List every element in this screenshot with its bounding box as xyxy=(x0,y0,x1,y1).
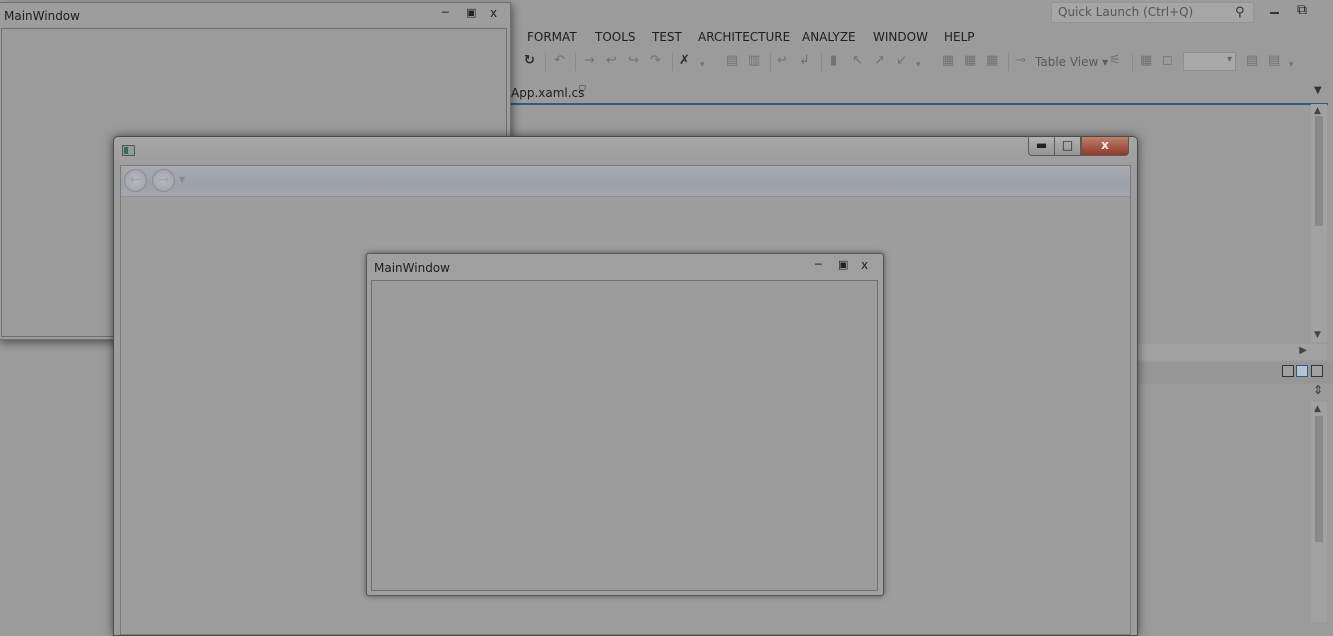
undo-icon[interactable]: ↶ xyxy=(554,53,565,68)
menu-window[interactable]: WINDOW xyxy=(873,30,928,44)
align-right-icon[interactable]: ▥ xyxy=(748,53,760,68)
quick-launch-placeholder: Quick Launch (Ctrl+Q) xyxy=(1058,5,1194,19)
layout-tool-icon[interactable]: ✗ xyxy=(679,53,690,68)
window-title: MainWindow xyxy=(4,9,80,23)
toolbar-combo[interactable] xyxy=(1183,52,1236,71)
maximize-button[interactable]: □ xyxy=(1054,137,1081,156)
toolbar-separator xyxy=(1008,53,1009,71)
caption-buttons: ▬ □ x xyxy=(1028,137,1131,157)
key-icon[interactable]: ⊸ xyxy=(1015,53,1026,68)
arrow-right-icon[interactable]: → xyxy=(584,53,595,68)
menu-format[interactable]: FORMAT xyxy=(527,30,577,44)
main-window-inner[interactable]: MainWindow ─ ▣ x xyxy=(366,253,884,596)
step-into-icon[interactable]: ↪ xyxy=(628,53,639,68)
tab-dropdown-icon[interactable]: ▼ xyxy=(1314,85,1322,96)
link-icon[interactable]: ↵ xyxy=(777,53,788,68)
maximize-icon: □ xyxy=(1061,138,1074,152)
close-icon[interactable]: x xyxy=(861,258,868,272)
app-icon xyxy=(122,145,135,156)
table-icon[interactable]: ▦ xyxy=(964,53,976,68)
arrow-up-right-icon[interactable]: ↗ xyxy=(874,53,885,68)
menu-analyze[interactable]: ANALYZE xyxy=(802,30,856,44)
properties-icon[interactable]: ▤ xyxy=(1268,53,1280,68)
collapse-pane-icon[interactable] xyxy=(1311,365,1323,377)
vs-minimize-button[interactable] xyxy=(1268,2,1284,22)
minimize-icon: ▬ xyxy=(1035,138,1048,152)
close-button[interactable]: x xyxy=(1081,137,1129,156)
columns-icon[interactable]: ▦ xyxy=(1140,53,1152,68)
scroll-down-icon[interactable]: ▼ xyxy=(1314,330,1321,340)
table-view-label: Table View xyxy=(1035,55,1099,69)
menu-test[interactable]: TEST xyxy=(652,30,682,44)
align-left-icon[interactable]: ▤ xyxy=(726,53,738,68)
menu-help[interactable]: HELP xyxy=(944,30,975,44)
quick-launch-input[interactable]: Quick Launch (Ctrl+Q) ⚲ xyxy=(1051,2,1254,23)
splitter-icon[interactable]: ⇕ xyxy=(1313,383,1323,397)
back-arrow-icon: ← xyxy=(129,172,142,188)
editor-horizontal-scrollbar[interactable]: ▶ xyxy=(1137,344,1327,360)
toolbar-separator xyxy=(575,53,576,71)
scroll-thumb[interactable] xyxy=(1315,116,1323,226)
format-icon[interactable]: ▤ xyxy=(1246,53,1258,68)
overflow-icon[interactable]: ▾ xyxy=(916,60,921,70)
close-icon[interactable]: x xyxy=(490,6,497,20)
unlink-icon[interactable]: ↲ xyxy=(799,53,810,68)
step-back-icon[interactable]: ↩ xyxy=(606,53,617,68)
scroll-up-icon[interactable]: ▲ xyxy=(1314,106,1321,116)
toolbar-separator xyxy=(821,53,822,71)
navigation-bar: ← → ▼ xyxy=(121,166,1130,197)
redo-icon[interactable]: ↷ xyxy=(650,53,661,68)
vertical-split-icon[interactable] xyxy=(1282,365,1294,377)
history-dropdown-icon[interactable]: ▼ xyxy=(179,175,185,184)
forward-button[interactable]: → xyxy=(152,169,175,192)
abc-icon[interactable]: ⚟ xyxy=(1109,53,1121,68)
menu-architecture[interactable]: ARCHITECTURE xyxy=(698,30,790,44)
scroll-up-icon[interactable]: ▲ xyxy=(1314,404,1321,414)
scroll-right-icon[interactable]: ▶ xyxy=(1299,345,1307,356)
relationship-icon[interactable]: ◻ xyxy=(1162,53,1173,68)
maximize-icon[interactable]: ▣ xyxy=(466,6,476,19)
table-rows-icon[interactable]: ▦ xyxy=(986,53,998,68)
doc-tab-app-xaml-cs[interactable]: App.xaml.cs xyxy=(511,86,584,100)
menu-tools[interactable]: TOOLS xyxy=(595,30,636,44)
bookmark-icon[interactable]: ▮ xyxy=(830,53,837,68)
maximize-icon[interactable]: ▣ xyxy=(838,258,848,271)
editor-vertical-scrollbar[interactable]: ▲ ▼ xyxy=(1311,104,1327,342)
close-icon: x xyxy=(1101,138,1109,152)
lock-icon: ⛉ xyxy=(579,85,586,95)
horizontal-split-icon[interactable] xyxy=(1296,365,1308,377)
window-title: MainWindow xyxy=(374,261,450,275)
scroll-thumb[interactable] xyxy=(1315,416,1323,542)
toolbar-separator xyxy=(672,53,673,71)
search-icon[interactable]: ⚲ xyxy=(1235,5,1245,20)
back-button[interactable]: ← xyxy=(124,169,147,192)
vs-restore-button[interactable]: ⧉ xyxy=(1297,2,1307,18)
toolbar-separator xyxy=(545,53,546,71)
arrow-down-left-icon[interactable]: ↙ xyxy=(896,53,907,68)
toolbar-separator xyxy=(770,53,771,71)
forward-arrow-icon: → xyxy=(157,172,170,188)
refresh-icon[interactable]: ↻ xyxy=(524,53,535,68)
arrow-up-left-icon[interactable]: ↖ xyxy=(852,53,863,68)
minimize-icon[interactable]: ─ xyxy=(815,258,822,271)
minimize-button[interactable]: ▬ xyxy=(1028,137,1055,156)
document-tab-strip: App.xaml.cs ⛉ ▼ xyxy=(505,84,1328,105)
toolbar-separator xyxy=(1132,53,1133,71)
overflow-icon[interactable]: ▾ xyxy=(1289,60,1294,70)
xaml-vertical-scrollbar[interactable]: ▲ xyxy=(1311,402,1327,622)
window-client-area xyxy=(371,280,878,591)
toolbar: ↻ ↶ → ↩ ↪ ↷ ✗ ▾ ▤ ▥ ↵ ↲ ▮ ↖ ↗ ↙ ▾ ▦ ▦ ▦ … xyxy=(512,50,1333,74)
overflow-icon[interactable]: ▾ xyxy=(700,60,705,70)
grid-icon[interactable]: ▦ xyxy=(942,53,954,68)
table-view-dropdown[interactable]: Table View ▾ xyxy=(1035,55,1108,69)
split-view-bar xyxy=(1137,362,1333,384)
minimize-icon[interactable]: ─ xyxy=(442,6,449,19)
